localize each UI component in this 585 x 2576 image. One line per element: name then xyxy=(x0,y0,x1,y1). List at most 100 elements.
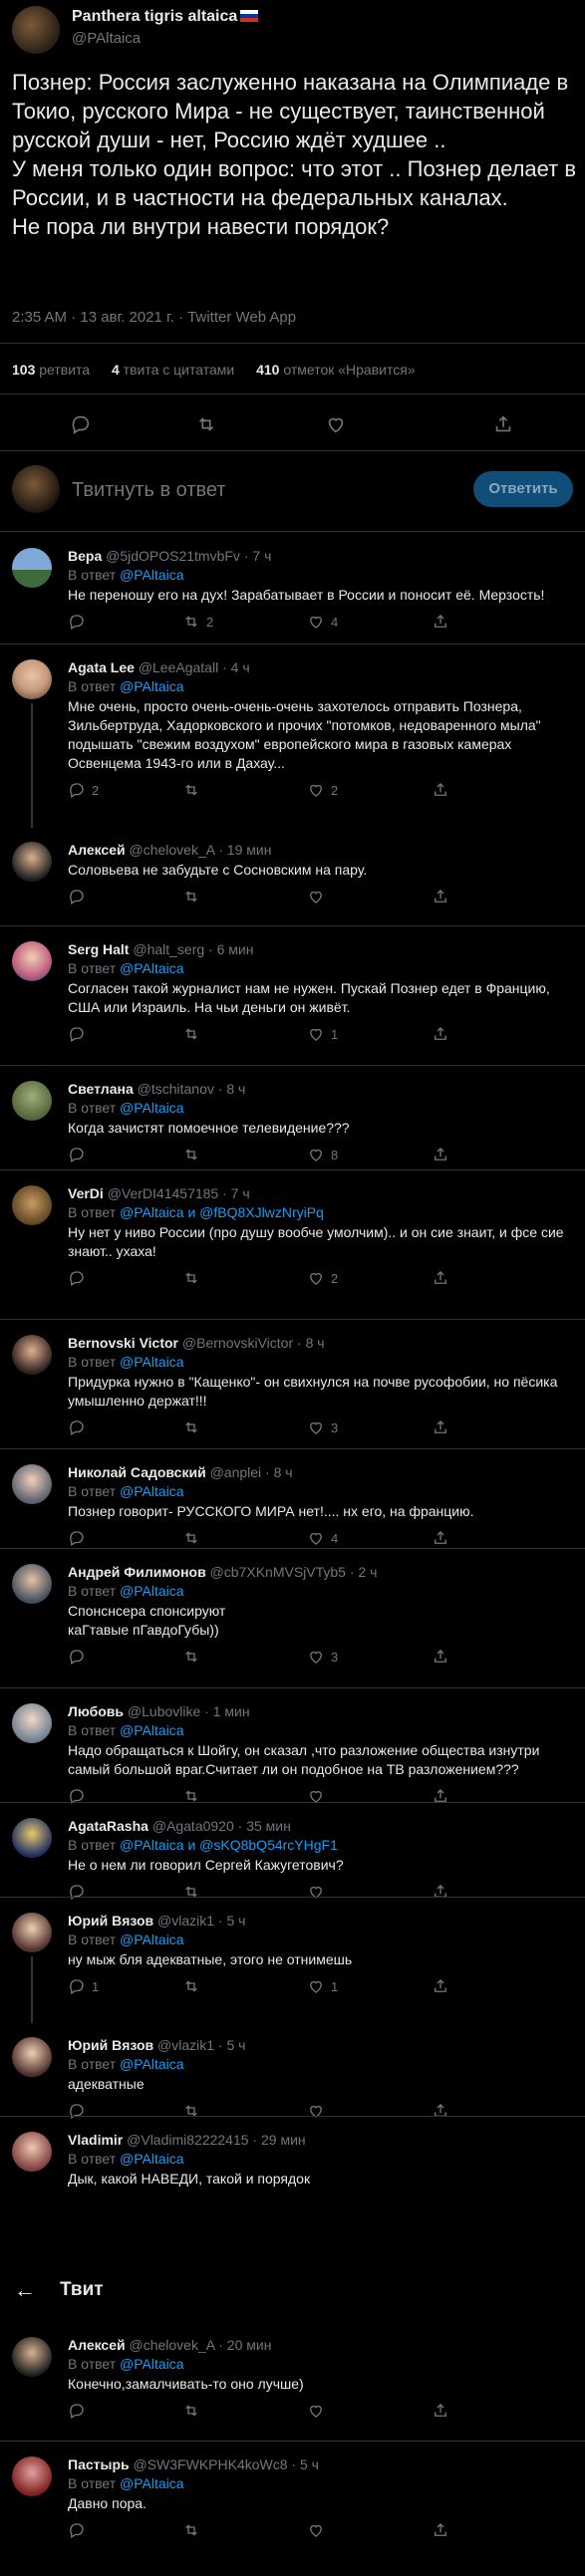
reply-icon[interactable] xyxy=(68,781,86,799)
retweet-icon[interactable] xyxy=(182,1146,200,1163)
retweet-icon[interactable] xyxy=(182,888,200,905)
retweet-icon[interactable] xyxy=(182,613,200,631)
reply-icon[interactable] xyxy=(68,1529,86,1547)
reply-icon[interactable] xyxy=(68,2402,86,2420)
in-reply-mention[interactable]: @PAltaica xyxy=(120,1100,184,1116)
retweet-icon[interactable] xyxy=(182,1529,200,1547)
reply-avatar[interactable] xyxy=(12,1464,52,1504)
reply-icon[interactable] xyxy=(68,1883,86,1901)
share-icon[interactable] xyxy=(432,2521,449,2539)
reply-author-handle[interactable]: @Lubovlike xyxy=(128,1703,200,1719)
reply-avatar[interactable] xyxy=(12,2337,52,2377)
reply-icon[interactable] xyxy=(68,613,86,631)
reply-author-name[interactable]: Алексей xyxy=(68,842,126,858)
reply-author-handle[interactable]: @cb7XKnMVSjVTyb5 xyxy=(210,1564,346,1580)
reply-author-handle[interactable]: @vlazik1 xyxy=(157,2037,214,2053)
reply-time[interactable]: 20 мин xyxy=(227,2337,272,2353)
like-icon[interactable] xyxy=(307,1418,325,1436)
in-reply-mention[interactable]: @PAltaica и @fBQ8XJlwzNryiPq xyxy=(120,1204,324,1220)
reply-icon[interactable] xyxy=(68,1648,86,1666)
reply-author-handle[interactable]: @chelovek_A xyxy=(130,2337,215,2353)
reply-avatar[interactable] xyxy=(12,2456,52,2496)
reply-icon[interactable] xyxy=(68,1269,86,1287)
reply-icon[interactable] xyxy=(68,888,86,905)
like-icon[interactable] xyxy=(307,1269,325,1287)
retweet-icon[interactable] xyxy=(182,2102,200,2120)
share-icon[interactable] xyxy=(432,613,449,631)
quotes-stat[interactable]: 4 твита с цитатами xyxy=(112,362,234,378)
share-icon[interactable] xyxy=(432,1025,449,1043)
reply-author-name[interactable]: Вера xyxy=(68,548,102,564)
reply-time[interactable]: 5 ч xyxy=(227,2037,246,2053)
retweets-stat[interactable]: 103 ретвита xyxy=(12,362,90,378)
reply-icon[interactable] xyxy=(70,413,92,435)
reply-icon[interactable] xyxy=(68,1418,86,1436)
reply-icon[interactable] xyxy=(68,2102,86,2120)
share-icon[interactable] xyxy=(492,413,514,435)
reply-avatar[interactable] xyxy=(12,1081,52,1121)
reply-time[interactable]: 1 мин xyxy=(213,1703,250,1719)
reply-author-name[interactable]: Пастырь xyxy=(68,2456,130,2472)
share-icon[interactable] xyxy=(432,2102,449,2120)
reply-author-handle[interactable]: @SW3FWKPHK4koWc8 xyxy=(134,2456,288,2472)
share-icon[interactable] xyxy=(432,1648,449,1666)
reply-time[interactable]: 5 ч xyxy=(300,2456,319,2472)
retweet-icon[interactable] xyxy=(182,1977,200,1995)
tweet-meta[interactable]: 2:35 AM · 13 авг. 2021 г. · Twitter Web … xyxy=(12,309,296,326)
reply-author-handle[interactable]: @Vladimi82222415 xyxy=(127,2132,248,2148)
retweet-icon[interactable] xyxy=(182,1883,200,1901)
reply-time[interactable]: 35 мин xyxy=(246,1818,291,1834)
share-icon[interactable] xyxy=(432,1418,449,1436)
reply-author-name[interactable]: Николай Садовский xyxy=(68,1464,206,1480)
in-reply-mention[interactable]: @PAltaica xyxy=(120,2475,184,2491)
reply-avatar[interactable] xyxy=(12,659,52,699)
reply-author-name[interactable]: VerDi xyxy=(68,1185,104,1201)
reply-author-name[interactable]: Юрий Вязов xyxy=(68,2037,153,2053)
like-icon[interactable] xyxy=(307,1648,325,1666)
share-icon[interactable] xyxy=(432,2402,449,2420)
like-icon[interactable] xyxy=(307,2521,325,2539)
reply-avatar[interactable] xyxy=(12,1703,52,1743)
reply-author-name[interactable]: Любовь xyxy=(68,1703,124,1719)
reply-time[interactable]: 7 ч xyxy=(252,548,271,564)
reply-author-handle[interactable]: @LeeAgatall xyxy=(139,659,218,675)
like-icon[interactable] xyxy=(325,413,347,435)
like-icon[interactable] xyxy=(307,1025,325,1043)
reply-time[interactable]: 2 ч xyxy=(358,1564,377,1580)
reply-avatar[interactable] xyxy=(12,1818,52,1858)
in-reply-mention[interactable]: @PAltaica xyxy=(120,2356,184,2372)
share-icon[interactable] xyxy=(432,781,449,799)
reply-author-name[interactable]: Юрий Вязов xyxy=(68,1913,153,1929)
in-reply-mention[interactable]: @PAltaica xyxy=(120,1583,184,1599)
in-reply-mention[interactable]: @PAltaica xyxy=(120,567,184,583)
share-icon[interactable] xyxy=(432,1146,449,1163)
like-icon[interactable] xyxy=(307,2402,325,2420)
reply-author-name[interactable]: Андрей Филимонов xyxy=(68,1564,206,1580)
like-icon[interactable] xyxy=(307,1977,325,1995)
reply-icon[interactable] xyxy=(68,2521,86,2539)
in-reply-mention[interactable]: @PAltaica xyxy=(120,1354,184,1370)
retweet-icon[interactable] xyxy=(182,1418,200,1436)
share-icon[interactable] xyxy=(432,1883,449,1901)
reply-avatar[interactable] xyxy=(12,2037,52,2077)
reply-time[interactable]: 4 ч xyxy=(231,659,250,675)
reply-author-name[interactable]: AgataRasha xyxy=(68,1818,148,1834)
reply-author-name[interactable]: Vladimir xyxy=(68,2132,123,2148)
like-icon[interactable] xyxy=(307,781,325,799)
like-icon[interactable] xyxy=(307,1529,325,1547)
reply-time[interactable]: 19 мин xyxy=(227,842,272,858)
likes-stat[interactable]: 410 отметок «Нравится» xyxy=(256,362,416,378)
reply-icon[interactable] xyxy=(68,1977,86,1995)
like-icon[interactable] xyxy=(307,888,325,905)
reply-author-name[interactable]: Алексей xyxy=(68,2337,126,2353)
reply-author-handle[interactable]: @Agata0920 xyxy=(152,1818,234,1834)
reply-time[interactable]: 5 ч xyxy=(227,1913,246,1929)
back-arrow-icon[interactable]: ← xyxy=(14,2277,36,2303)
retweet-icon[interactable] xyxy=(182,1648,200,1666)
retweet-icon[interactable] xyxy=(195,413,217,435)
share-icon[interactable] xyxy=(432,1269,449,1287)
reply-time[interactable]: 8 ч xyxy=(306,1335,325,1351)
reply-time[interactable]: 6 мин xyxy=(217,941,254,957)
reply-time[interactable]: 29 мин xyxy=(261,2132,306,2148)
reply-time[interactable]: 8 ч xyxy=(226,1081,245,1097)
